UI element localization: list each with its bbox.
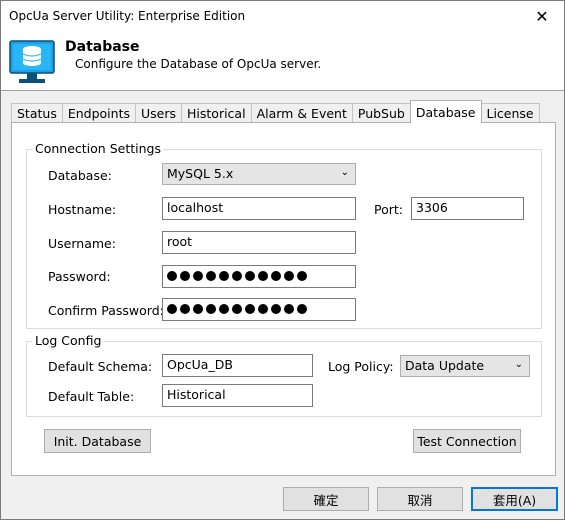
password-mask	[167, 271, 307, 281]
database-label: Database:	[48, 168, 112, 183]
default-table-label: Default Table:	[48, 389, 135, 404]
password-input[interactable]	[162, 265, 356, 288]
page-header: Database Configure the Database of OpcUa…	[1, 31, 564, 91]
password-dot	[245, 304, 255, 314]
tab-endpoints[interactable]: Endpoints	[61, 103, 136, 123]
password-label: Password:	[48, 269, 111, 284]
default-table-input[interactable]: Historical	[162, 384, 313, 407]
password-dot	[258, 271, 268, 281]
password-dot	[219, 271, 229, 281]
log-policy-value: Data Update	[405, 358, 485, 373]
hostname-label: Hostname:	[48, 202, 117, 217]
password-dot	[271, 271, 281, 281]
close-icon[interactable]: ✕	[520, 1, 564, 31]
log-policy-select[interactable]: Data Update ⌄	[400, 355, 530, 377]
tab-strip: Status Endpoints Users Historical Alarm …	[11, 100, 540, 123]
window-title: OpcUa Server Utility: Enterprise Edition	[9, 9, 246, 23]
tab-license[interactable]: License	[480, 103, 540, 123]
dialog-window: OpcUa Server Utility: Enterprise Edition…	[0, 0, 565, 520]
chevron-down-icon: ⌄	[340, 167, 349, 178]
password-dot	[180, 304, 190, 314]
port-label: Port:	[374, 202, 403, 217]
password-dot	[284, 271, 294, 281]
confirm-password-label: Confirm Password:	[48, 303, 164, 318]
password-dot	[232, 304, 242, 314]
connection-settings-title: Connection Settings	[33, 141, 163, 156]
title-bar: OpcUa Server Utility: Enterprise Edition…	[1, 1, 564, 31]
password-dot	[167, 304, 177, 314]
tab-alarm-event[interactable]: Alarm & Event	[250, 103, 353, 123]
page-description: Configure the Database of OpcUa server.	[75, 57, 322, 71]
password-dot	[167, 271, 177, 281]
tab-historical[interactable]: Historical	[181, 103, 252, 123]
password-dot	[219, 304, 229, 314]
test-connection-button[interactable]: Test Connection	[413, 429, 521, 453]
password-dot	[258, 304, 268, 314]
confirm-password-mask	[167, 304, 307, 314]
page-title: Database	[65, 39, 140, 55]
port-input[interactable]: 3306	[411, 197, 524, 220]
username-label: Username:	[48, 236, 116, 251]
chevron-down-icon: ⌄	[514, 359, 523, 370]
tab-status[interactable]: Status	[11, 103, 63, 123]
username-input[interactable]: root	[162, 231, 356, 254]
password-dot	[297, 304, 307, 314]
password-dot	[284, 304, 294, 314]
tab-pubsub[interactable]: PubSub	[351, 103, 411, 123]
tab-database[interactable]: Database	[409, 100, 482, 123]
default-schema-input[interactable]: OpcUa_DB	[162, 354, 313, 377]
log-config-title: Log Config	[33, 333, 104, 348]
confirm-password-input[interactable]	[162, 298, 356, 321]
password-dot	[206, 271, 216, 281]
password-dot	[232, 271, 242, 281]
init-database-button[interactable]: Init. Database	[44, 429, 151, 453]
password-dot	[245, 271, 255, 281]
database-select[interactable]: MySQL 5.x ⌄	[162, 163, 356, 185]
database-monitor-icon	[9, 40, 55, 83]
password-dot	[193, 271, 203, 281]
log-policy-label: Log Policy:	[328, 359, 394, 374]
tab-users[interactable]: Users	[135, 103, 183, 123]
cancel-button[interactable]: 取消	[377, 487, 463, 511]
default-schema-label: Default Schema:	[48, 359, 153, 374]
password-dot	[206, 304, 216, 314]
password-dot	[271, 304, 281, 314]
hostname-input[interactable]: localhost	[162, 197, 356, 220]
tab-panel-database: Connection Settings Database: MySQL 5.x …	[11, 122, 556, 476]
password-dot	[193, 304, 203, 314]
password-dot	[180, 271, 190, 281]
database-select-value: MySQL 5.x	[167, 166, 234, 181]
apply-button[interactable]: 套用(A)	[471, 487, 558, 511]
password-dot	[297, 271, 307, 281]
ok-button[interactable]: 確定	[283, 487, 369, 511]
